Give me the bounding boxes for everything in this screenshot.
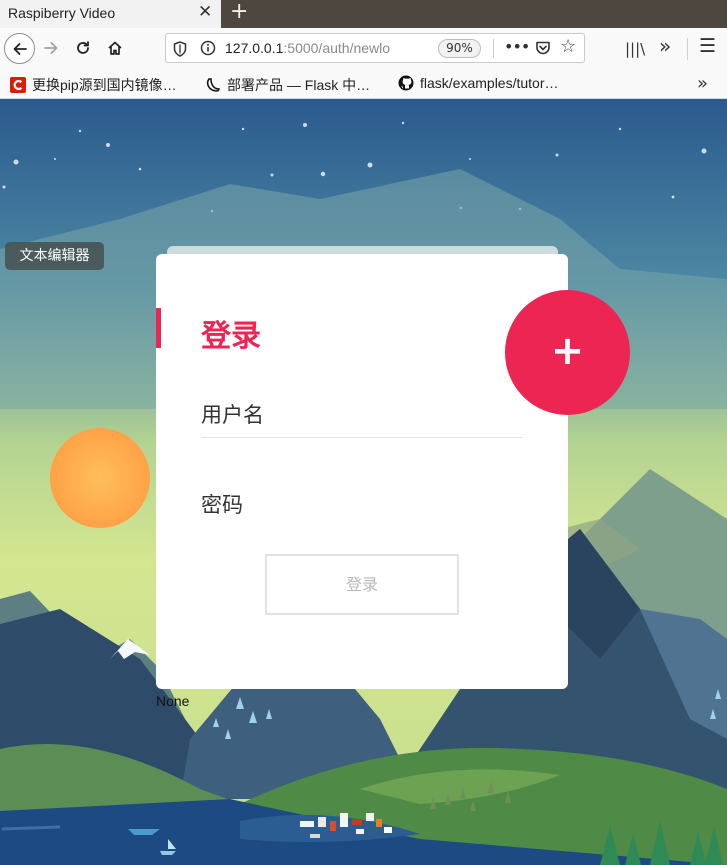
url-host: 127.0.0.1	[225, 40, 284, 56]
bookmark-label: flask/examples/tutor…	[420, 75, 559, 91]
title-accent-bar	[156, 308, 161, 348]
close-tab-icon[interactable]: ✕	[198, 3, 212, 21]
forward-arrow-icon	[44, 42, 58, 54]
zoom-level-badge[interactable]: 90%	[438, 39, 481, 58]
bookmarks-toolbar: 更换pip源到国内镜像… 部署产品 — Flask 中… flask/examp…	[0, 69, 727, 99]
url-path: :5000/auth/newlo	[283, 40, 391, 56]
bookmark-label: 更换pip源到国内镜像…	[32, 77, 177, 93]
url-bar[interactable]: 127.0.0.1:5000/auth/newlo 90% ••• ☆	[165, 33, 585, 63]
bookmark-label: 部署产品 — Flask 中…	[227, 77, 371, 93]
back-button[interactable]	[4, 33, 35, 64]
home-icon	[108, 41, 122, 55]
site-info-icon[interactable]	[200, 40, 216, 56]
tab-active[interactable]: Raspiberry Video ✕	[0, 0, 221, 28]
forward-button[interactable]	[37, 34, 65, 62]
toolbar-divider	[687, 38, 688, 60]
overflow-chevrons-icon[interactable]: »	[659, 34, 671, 58]
text-editor-button[interactable]: 文本编辑器	[5, 242, 104, 270]
new-tab-icon[interactable]: +	[230, 1, 248, 23]
tab-title: Raspiberry Video	[8, 5, 116, 21]
username-field[interactable]: 用户名	[201, 384, 523, 438]
page-content: 文本编辑器 登录 用户名 密码 登录 + None	[0, 99, 727, 865]
login-card: 登录 用户名 密码 登录	[156, 254, 568, 689]
bookmark-item[interactable]: flask/examples/tutor…	[398, 75, 559, 91]
red-c-icon	[10, 77, 26, 93]
library-icon[interactable]: |||\	[625, 40, 645, 58]
back-arrow-icon	[13, 42, 27, 55]
password-field[interactable]: 密码	[201, 476, 523, 526]
page-actions-icon[interactable]: •••	[504, 37, 530, 56]
reload-icon	[77, 41, 89, 54]
tracking-shield-icon[interactable]	[173, 41, 187, 57]
home-button[interactable]	[101, 34, 129, 62]
password-label: 密码	[201, 493, 243, 517]
url-divider	[493, 39, 494, 58]
github-icon	[398, 75, 414, 91]
username-label: 用户名	[201, 403, 264, 427]
footer-status-text: None	[156, 693, 190, 709]
bookmark-star-icon[interactable]: ☆	[560, 37, 576, 57]
login-button[interactable]: 登录	[265, 554, 459, 615]
bookmark-item[interactable]: 更换pip源到国内镜像…	[10, 75, 177, 95]
register-fab-button[interactable]: +	[505, 290, 630, 415]
reload-button[interactable]	[69, 34, 97, 62]
url-text[interactable]: 127.0.0.1:5000/auth/newlo	[225, 40, 435, 56]
hamburger-menu-icon[interactable]: ☰	[699, 35, 716, 57]
navigation-toolbar: 127.0.0.1:5000/auth/newlo 90% ••• ☆ |||\…	[0, 28, 727, 69]
bookmark-item[interactable]: 部署产品 — Flask 中…	[205, 75, 370, 95]
flask-horn-icon	[206, 78, 220, 92]
pocket-icon[interactable]	[535, 40, 551, 56]
bookmarks-overflow-icon[interactable]: »	[697, 73, 708, 94]
login-title: 登录	[201, 319, 261, 354]
tab-strip: Raspiberry Video ✕ +	[0, 0, 727, 28]
